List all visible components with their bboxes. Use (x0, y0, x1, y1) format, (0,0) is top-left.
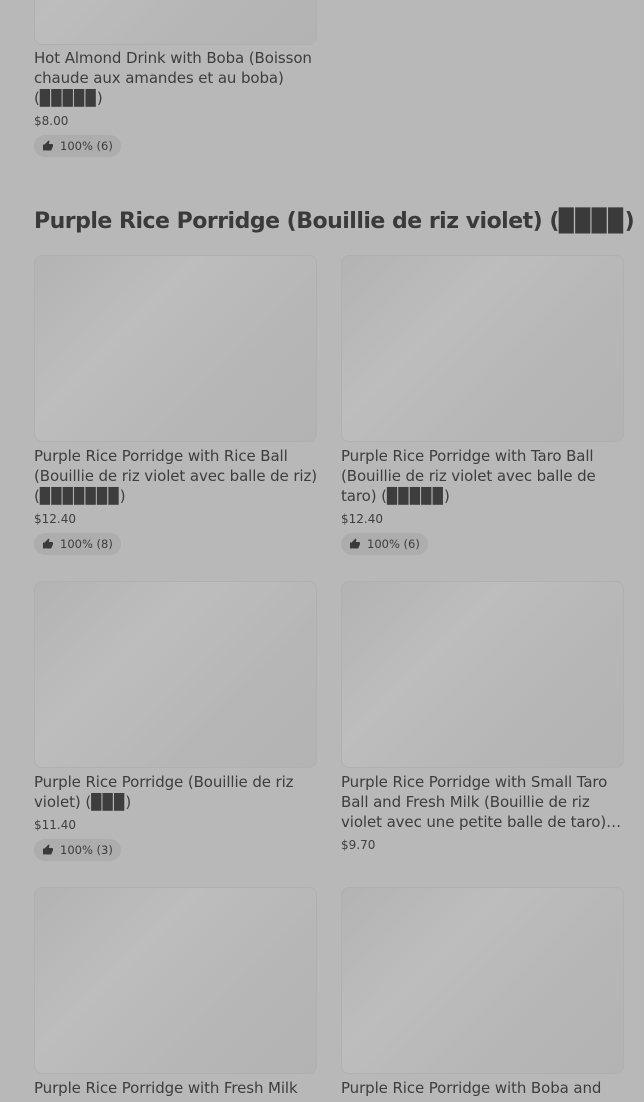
thumbs-up-icon (42, 844, 54, 856)
item-rating: 100% (3) (34, 839, 121, 861)
item-image[interactable] (34, 887, 317, 1074)
thumbs-up-icon (42, 140, 54, 152)
item-title[interactable]: Purple Rice Porridge with Fresh Milk (34, 1078, 322, 1098)
item-title-hot-almond-boba[interactable]: Hot Almond Drink with Boba (Boisson chau… (34, 48, 322, 108)
item-price: $12.40 (341, 512, 383, 526)
item-rating: 100% (8) (34, 533, 121, 555)
item-rating: 100% (6) (341, 533, 428, 555)
item-price-hot-almond-boba: $8.00 (34, 114, 69, 128)
rating-text: 100% (6) (367, 537, 420, 551)
thumbs-up-icon (349, 538, 361, 550)
item-title[interactable]: Purple Rice Porridge with Rice Ball (Bou… (34, 446, 322, 506)
rating-text: 100% (8) (60, 537, 113, 551)
rating-text: 100% (6) (60, 139, 113, 153)
item-price: $9.70 (341, 838, 376, 852)
item-title[interactable]: Purple Rice Porridge (Bouillie de riz vi… (34, 772, 322, 812)
item-rating-hot-almond-boba: 100% (6) (34, 135, 121, 157)
thumbs-up-icon (42, 538, 54, 550)
item-title[interactable]: Purple Rice Porridge with Boba and (341, 1078, 624, 1098)
item-image[interactable] (34, 255, 317, 442)
item-image[interactable] (341, 887, 624, 1074)
section-title: Purple Rice Porridge (Bouillie de riz vi… (34, 209, 635, 234)
item-image[interactable] (34, 581, 317, 768)
item-price: $11.40 (34, 818, 76, 832)
item-title[interactable]: Purple Rice Porridge with Taro Ball (Bou… (341, 446, 624, 506)
item-price: $12.40 (34, 512, 76, 526)
item-title[interactable]: Purple Rice Porridge with Small Taro Bal… (341, 772, 624, 832)
rating-text: 100% (3) (60, 843, 113, 857)
item-image[interactable] (341, 255, 624, 442)
item-image[interactable] (341, 581, 624, 768)
item-image-hot-almond-boba[interactable] (34, 0, 317, 45)
